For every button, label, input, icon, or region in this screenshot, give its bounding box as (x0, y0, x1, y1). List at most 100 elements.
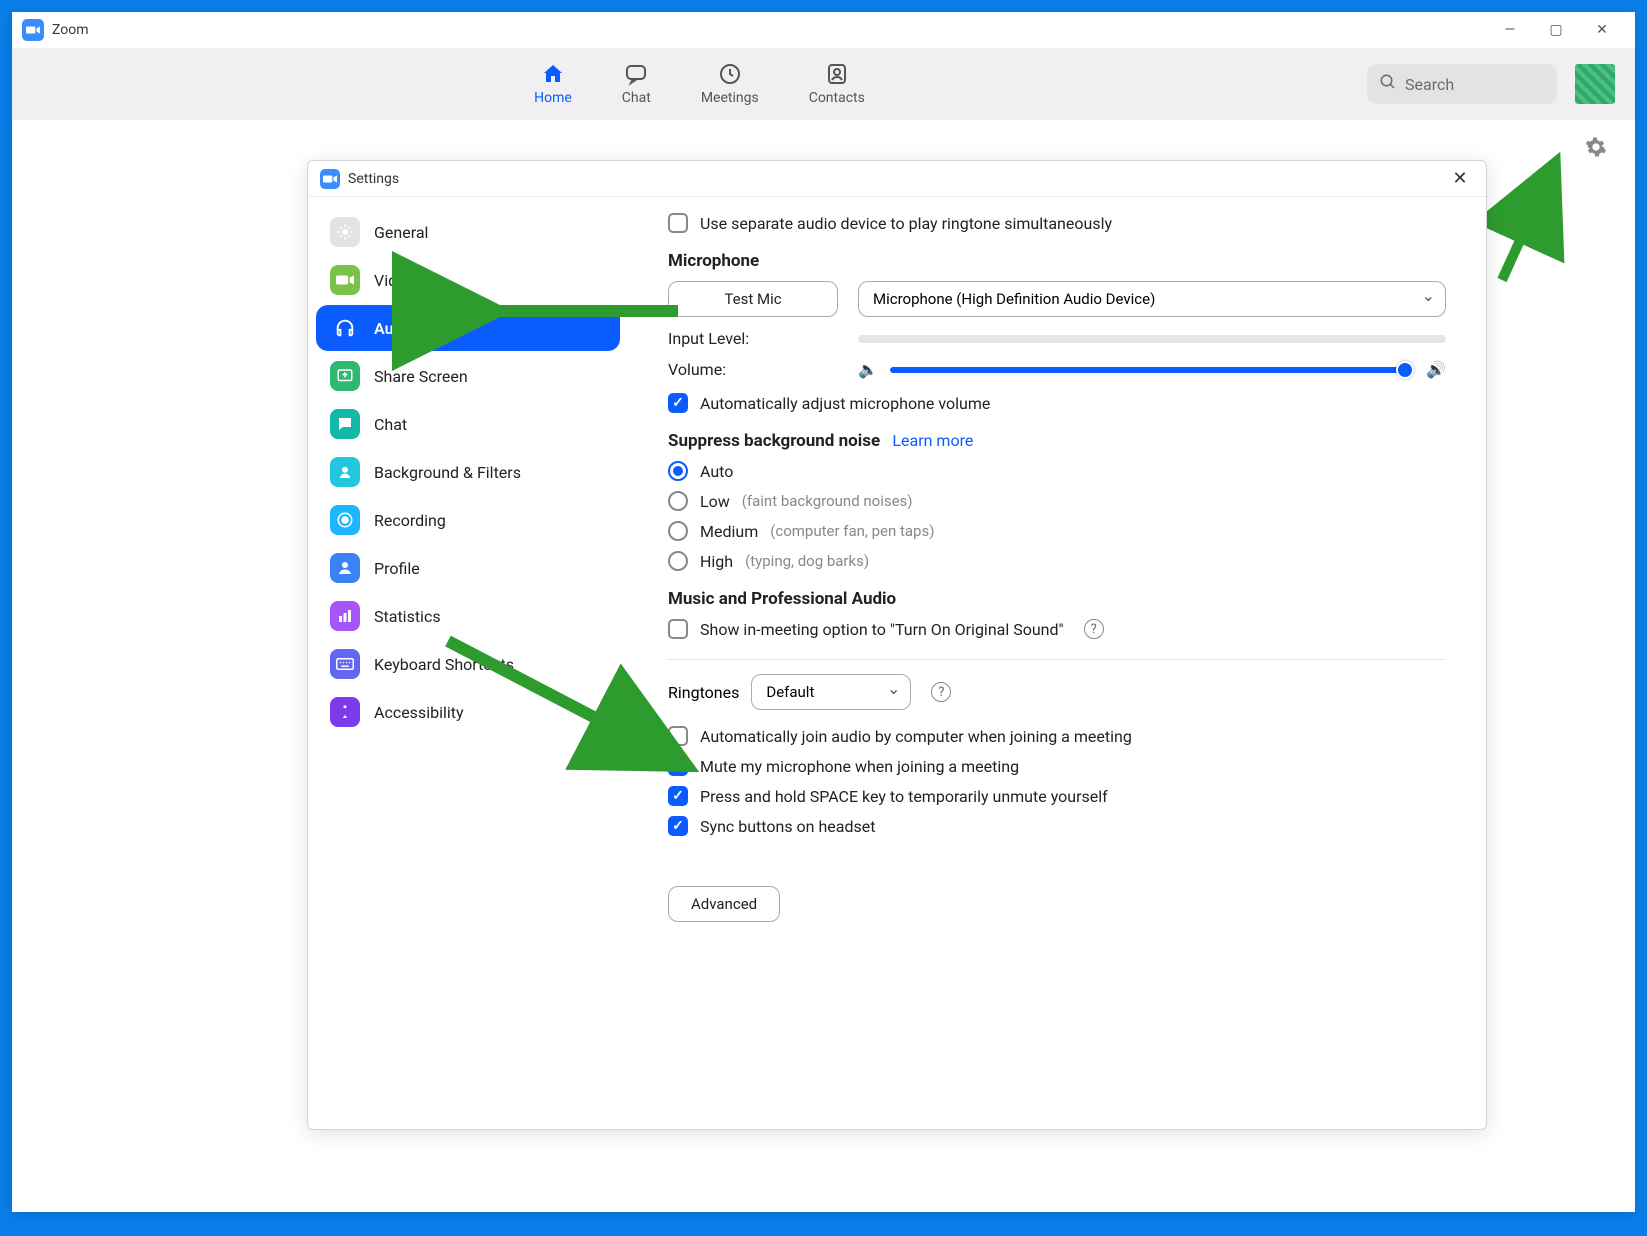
recording-icon (330, 505, 360, 535)
content-area: Settings ✕ General Video Audio (12, 120, 1635, 1212)
settings-dialog: Settings ✕ General Video Audio (307, 160, 1487, 1130)
sidebar-item-recording[interactable]: Recording (316, 497, 620, 543)
profile-icon (330, 553, 360, 583)
label: Sync buttons on headset (700, 817, 875, 836)
search-box[interactable]: Search (1367, 64, 1557, 104)
sidebar-item-general[interactable]: General (316, 209, 620, 255)
ringtones-select[interactable]: Default (751, 674, 911, 710)
keyboard-icon (330, 649, 360, 679)
separator (668, 659, 1446, 660)
app-title: Zoom (52, 22, 89, 38)
sidebar-item-profile[interactable]: Profile (316, 545, 620, 591)
dialog-header: Settings ✕ (308, 161, 1486, 197)
section-microphone: Microphone (668, 251, 1446, 271)
speaker-low-icon: 🔈 (858, 360, 878, 379)
sidebar-item-statistics[interactable]: Statistics (316, 593, 620, 639)
background-icon (330, 457, 360, 487)
sidebar-item-label: Share Screen (374, 367, 468, 386)
label: Automatically adjust microphone volume (700, 394, 990, 413)
gear-icon[interactable] (1585, 136, 1607, 162)
sidebar-item-keyboard-shortcuts[interactable]: Keyboard Shortcuts (316, 641, 620, 687)
advanced-button[interactable]: Advanced (668, 886, 780, 922)
sidebar-item-label: Video (374, 271, 415, 290)
radio-noise-low[interactable] (668, 491, 688, 511)
user-avatar[interactable] (1575, 64, 1615, 104)
help-icon[interactable]: ? (931, 682, 951, 702)
nav-home-label: Home (534, 90, 572, 106)
sidebar-item-share-screen[interactable]: Share Screen (316, 353, 620, 399)
slider-thumb[interactable] (1396, 361, 1414, 379)
label: Show in-meeting option to "Turn On Origi… (700, 620, 1064, 639)
checkbox-mute-on-join[interactable] (668, 756, 688, 776)
hint: (faint background noises) (742, 492, 913, 510)
nav-chat[interactable]: Chat (622, 62, 651, 106)
sidebar-item-video[interactable]: Video (316, 257, 620, 303)
checkbox-auto-join-audio[interactable] (668, 726, 688, 746)
section-music: Music and Professional Audio (668, 589, 1446, 609)
sidebar-item-label: Recording (374, 511, 446, 530)
sidebar-item-label: Keyboard Shortcuts (374, 655, 514, 674)
hint: (computer fan, pen taps) (770, 522, 934, 540)
sidebar-item-chat[interactable]: Chat (316, 401, 620, 447)
audio-settings-pane: Use separate audio device to play ringto… (628, 197, 1486, 1129)
zoom-window: Zoom — ▢ ✕ Home Chat Meetings Contacts (12, 12, 1635, 1212)
input-level-meter (858, 335, 1446, 343)
share-icon (330, 361, 360, 391)
close-dialog-button[interactable]: ✕ (1446, 165, 1474, 193)
hint: (typing, dog barks) (745, 552, 869, 570)
nav-meetings-label: Meetings (701, 90, 759, 106)
volume-label: Volume: (668, 360, 846, 379)
learn-more-link[interactable]: Learn more (892, 431, 973, 450)
search-icon (1379, 73, 1397, 95)
input-level-label: Input Level: (668, 329, 858, 348)
sidebar-item-label: Statistics (374, 607, 441, 626)
nav-contacts[interactable]: Contacts (809, 62, 865, 106)
test-mic-button[interactable]: Test Mic (668, 281, 838, 317)
zoom-app-icon (22, 19, 44, 41)
radio-noise-auto[interactable] (668, 461, 688, 481)
nav-home[interactable]: Home (534, 62, 572, 106)
label: Low (700, 492, 730, 511)
checkbox-space-unmute[interactable] (668, 786, 688, 806)
video-icon (330, 265, 360, 295)
titlebar: Zoom — ▢ ✕ (12, 12, 1635, 48)
home-icon (541, 62, 565, 86)
sidebar-item-background[interactable]: Background & Filters (316, 449, 620, 495)
clock-icon (718, 62, 742, 86)
zoom-app-icon (320, 169, 340, 189)
label: High (700, 552, 733, 571)
checkbox-original-sound[interactable] (668, 619, 688, 639)
minimize-button[interactable]: — (1487, 12, 1533, 48)
close-window-button[interactable]: ✕ (1579, 12, 1625, 48)
label: Press and hold SPACE key to temporarily … (700, 787, 1108, 806)
radio-noise-high[interactable] (668, 551, 688, 571)
label: Auto (700, 462, 733, 481)
microphone-device-select[interactable]: Microphone (High Definition Audio Device… (858, 281, 1446, 317)
headphones-icon (330, 313, 360, 343)
help-icon[interactable]: ? (1084, 619, 1104, 639)
annotation-arrow-gear (1492, 160, 1572, 294)
section-suppress-noise: Suppress background noise Learn more (668, 431, 1446, 451)
sidebar-item-label: Chat (374, 415, 407, 434)
label: Medium (700, 522, 758, 541)
sidebar-item-audio[interactable]: Audio (316, 305, 620, 351)
nav-contacts-label: Contacts (809, 90, 865, 106)
radio-noise-medium[interactable] (668, 521, 688, 541)
checkbox-sync-headset[interactable] (668, 816, 688, 836)
sidebar-item-label: Background & Filters (374, 463, 521, 482)
checkbox-auto-adjust-volume[interactable] (668, 393, 688, 413)
checkbox-separate-device[interactable] (668, 213, 688, 233)
nav-meetings[interactable]: Meetings (701, 62, 759, 106)
maximize-button[interactable]: ▢ (1533, 12, 1579, 48)
sidebar-item-accessibility[interactable]: Accessibility (316, 689, 620, 735)
accessibility-icon (330, 697, 360, 727)
speaker-high-icon: 🔊 (1426, 360, 1446, 379)
contacts-icon (825, 62, 849, 86)
main-toolbar: Home Chat Meetings Contacts Search (12, 48, 1635, 120)
nav-chat-label: Chat (622, 90, 651, 106)
volume-slider[interactable] (890, 367, 1414, 373)
settings-sidebar: General Video Audio Share Screen (308, 197, 628, 1129)
sidebar-item-label: Audio (374, 319, 416, 338)
chat-icon (624, 62, 648, 86)
chat-icon (330, 409, 360, 439)
